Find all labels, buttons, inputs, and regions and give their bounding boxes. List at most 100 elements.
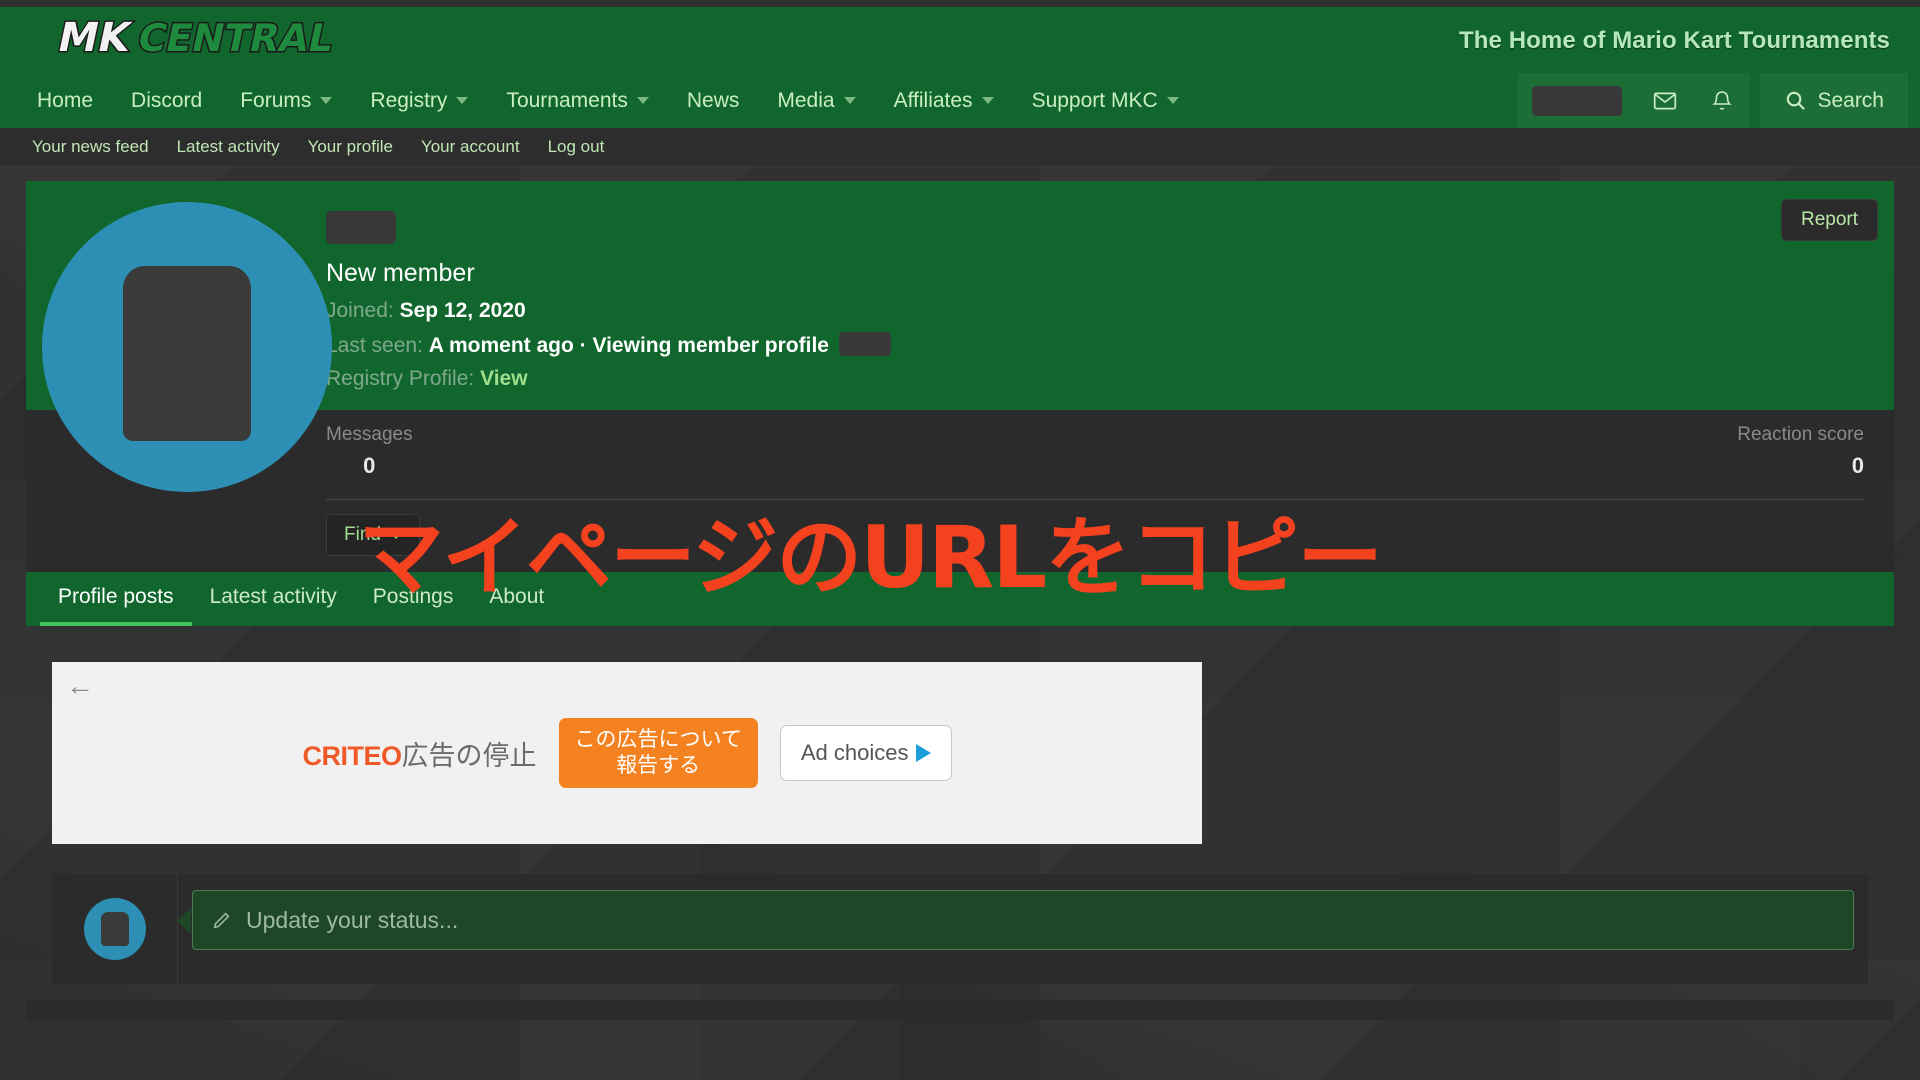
avatar[interactable]: [83, 898, 146, 960]
nav-user-group: [1518, 73, 1751, 128]
stat-label: Reaction score: [1737, 424, 1864, 445]
nav-item-discord[interactable]: Discord: [112, 73, 221, 128]
last-seen-line: Last seen: A moment ago · Viewing member…: [326, 332, 1894, 358]
tab-about[interactable]: About: [471, 572, 562, 626]
site-tagline: The Home of Mario Kart Tournaments: [1459, 27, 1890, 54]
last-seen-redaction: [838, 332, 891, 356]
profile-main: New member Joined: Sep 12, 2020 Last see…: [26, 181, 1894, 492]
subnav-item-your-news-feed[interactable]: Your news feed: [18, 137, 163, 157]
ad-choices-label: Ad choices: [800, 740, 909, 765]
profile-info: New member Joined: Sep 12, 2020 Last see…: [326, 197, 1894, 409]
ad-panel: ← CRITEO広告の停止 この広告について 報告する Ad choices: [52, 662, 1202, 844]
chevron-down-icon: [981, 97, 994, 104]
status-placeholder: Update your status...: [246, 906, 459, 933]
criteo-optout-text: CRITEO広告の停止: [302, 734, 536, 773]
chevron-down-icon: [1166, 97, 1179, 104]
chevron-down-icon: [636, 97, 649, 104]
nav-item-support-mkc[interactable]: Support MKC: [1013, 73, 1198, 128]
stat-value: 0: [1851, 453, 1864, 478]
tab-latest-activity[interactable]: Latest activity: [192, 572, 355, 626]
nav-item-news[interactable]: News: [668, 73, 759, 128]
site-header: MK CENTRAL The Home of Mario Kart Tourna…: [0, 7, 1920, 73]
nav-item-media[interactable]: Media: [758, 73, 874, 128]
subnav-item-log-out[interactable]: Log out: [534, 137, 619, 157]
status-update-zone: Update your status...: [26, 844, 1894, 984]
nav-item-label: Tournaments: [506, 88, 628, 112]
nav-item-label: News: [686, 88, 740, 112]
nav-item-label: Discord: [131, 88, 203, 112]
nav-item-label: Registry: [370, 88, 448, 112]
chevron-down-icon: [320, 97, 333, 104]
avatar[interactable]: [42, 202, 332, 492]
speech-notch-icon: [177, 908, 191, 934]
chevron-down-icon: [389, 531, 402, 539]
report-button[interactable]: Report: [1780, 199, 1878, 241]
profile-username-redaction: [326, 211, 396, 244]
subnav-item-your-profile[interactable]: Your profile: [294, 137, 407, 157]
main-navigation: Home Discord Forums Registry Tournaments…: [0, 73, 1920, 128]
alerts-button[interactable]: [1693, 73, 1750, 128]
status-input-cell: Update your status...: [177, 874, 1868, 984]
find-button-label: Find: [344, 524, 381, 545]
back-arrow-icon[interactable]: ←: [66, 672, 94, 700]
ad-choices-button[interactable]: Ad choices: [779, 725, 952, 781]
nav-item-label: Support MKC: [1031, 88, 1158, 112]
criteo-brand-label: CRITEO: [302, 740, 402, 771]
profile-stats-strip: Messages 0 Reaction score 0 Find: [26, 409, 1894, 572]
status-update-box: Update your status...: [52, 874, 1868, 984]
ad-report-line1: この広告について: [574, 727, 742, 751]
chevron-down-icon: [843, 97, 856, 104]
subnav-item-your-account[interactable]: Your account: [407, 137, 534, 157]
svg-text:MK: MK: [54, 13, 137, 60]
stat-label: Messages: [326, 424, 413, 445]
envelope-icon: [1653, 92, 1677, 109]
inbox-button[interactable]: [1636, 73, 1693, 128]
find-button[interactable]: Find: [326, 514, 420, 556]
bottom-spacer: [26, 984, 1894, 1000]
stat-messages: Messages 0: [326, 424, 413, 479]
top-strip: [0, 0, 1920, 7]
secondary-navigation: Your news feed Latest activity Your prof…: [0, 128, 1920, 167]
registry-view-link[interactable]: View: [480, 367, 527, 390]
profile-avatar-wrap: [26, 197, 332, 492]
page-content: New member Joined: Sep 12, 2020 Last see…: [0, 167, 1920, 1000]
status-input[interactable]: Update your status...: [192, 890, 1854, 950]
search-icon: [1787, 91, 1806, 110]
nav-item-label: Media: [777, 88, 835, 112]
avatar-redaction: [100, 912, 129, 946]
site-logo[interactable]: MK CENTRAL: [36, 12, 341, 62]
criteo-suffix-label: 広告の停止: [401, 740, 537, 771]
bell-icon: [1712, 90, 1732, 110]
nav-item-affiliates[interactable]: Affiliates: [875, 73, 1013, 128]
ad-report-button[interactable]: この広告について 報告する: [558, 717, 758, 789]
ad-inner: CRITEO広告の停止 この広告について 報告する Ad choices: [302, 717, 952, 789]
nav-item-registry[interactable]: Registry: [351, 73, 487, 128]
pencil-icon: [213, 912, 230, 929]
nav-user-area: Search: [1518, 73, 1920, 128]
nav-item-tournaments[interactable]: Tournaments: [487, 73, 667, 128]
search-button[interactable]: Search: [1760, 73, 1908, 128]
last-seen-label: Last seen:: [326, 334, 423, 357]
nav-item-forums[interactable]: Forums: [221, 73, 351, 128]
ad-zone: ← CRITEO広告の停止 この広告について 報告する Ad choices: [26, 626, 1894, 844]
chevron-down-icon: [456, 97, 469, 104]
profile-tabs: Profile posts Latest activity Postings A…: [26, 572, 1894, 626]
mkcentral-logo-icon: MK CENTRAL: [52, 13, 336, 61]
registry-profile-line: Registry Profile: View: [326, 367, 1894, 391]
registry-label: Registry Profile:: [326, 367, 475, 390]
bottom-card: [26, 1000, 1894, 1020]
tab-postings[interactable]: Postings: [355, 572, 472, 626]
user-menu-button[interactable]: [1518, 73, 1636, 128]
username-redaction: [1532, 85, 1623, 116]
find-row: Find: [26, 500, 1894, 572]
avatar-redaction: [123, 265, 251, 441]
svg-text:CENTRAL: CENTRAL: [134, 16, 336, 61]
joined-label: Joined:: [326, 299, 394, 322]
status-avatar-cell: [52, 874, 178, 984]
subnav-item-latest-activity[interactable]: Latest activity: [163, 137, 294, 157]
ad-report-line2: 報告する: [616, 754, 701, 777]
tab-profile-posts[interactable]: Profile posts: [40, 572, 192, 626]
nav-item-home[interactable]: Home: [18, 73, 112, 128]
user-title: New member: [326, 259, 475, 287]
nav-links: Home Discord Forums Registry Tournaments…: [0, 73, 1198, 128]
